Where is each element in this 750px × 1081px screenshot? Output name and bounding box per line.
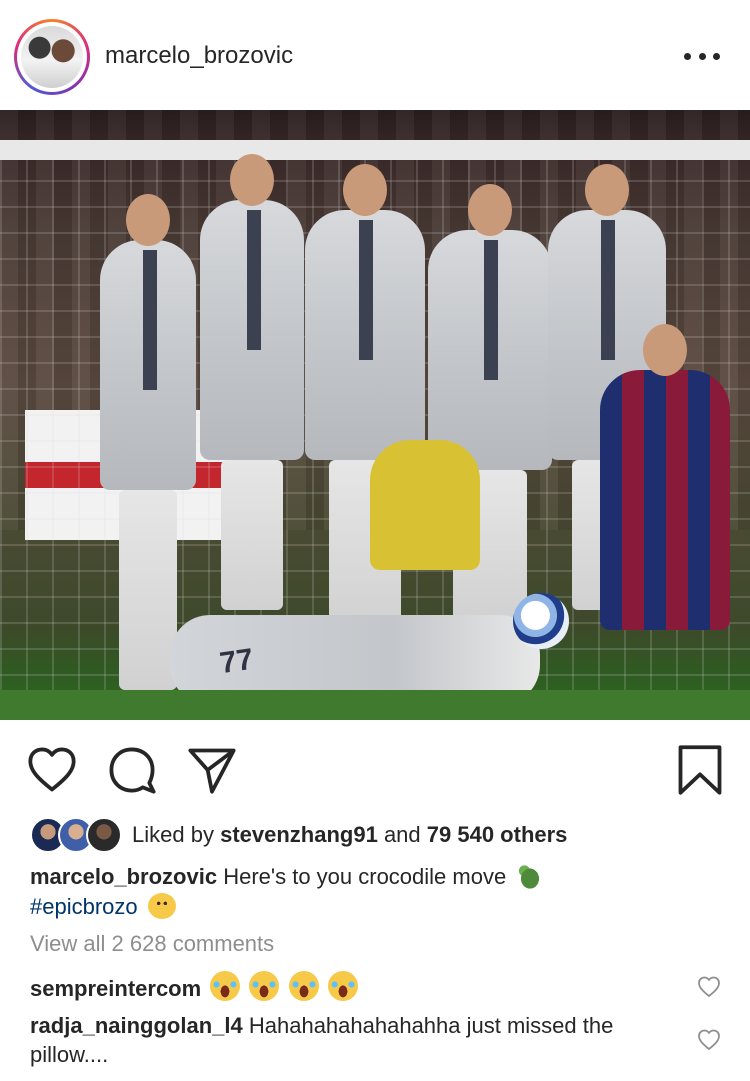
avatar — [86, 817, 122, 853]
caption-hashtag[interactable]: #epicbrozo — [30, 894, 138, 919]
player-head — [126, 194, 170, 246]
dot — [698, 52, 706, 60]
liker-avatars — [30, 817, 126, 853]
post-photo[interactable]: 77 — [0, 110, 750, 720]
comment-like-heart-icon[interactable] — [696, 975, 722, 999]
player-head — [343, 164, 387, 216]
action-bar — [0, 738, 750, 798]
caption-username[interactable]: marcelo_brozovic — [30, 864, 217, 889]
story-avatar[interactable] — [14, 19, 90, 95]
player-head — [643, 324, 687, 376]
wall-player-4 — [428, 184, 552, 620]
likes-count[interactable]: 79 540 others — [427, 822, 568, 847]
paper-plane-icon[interactable] — [186, 744, 238, 796]
jersey-number: 77 — [217, 642, 256, 681]
comment-username[interactable]: sempreintercom — [30, 976, 201, 1001]
likes-row[interactable]: Liked by stevenzhang91 and 79 540 others — [30, 817, 567, 853]
dot — [713, 52, 720, 60]
thinking-face-emoji-icon — [147, 893, 176, 919]
player-legs — [119, 490, 177, 690]
more-options-icon[interactable] — [684, 44, 720, 68]
wall-player-3 — [305, 164, 425, 630]
comment-bubble-icon[interactable] — [106, 744, 158, 796]
likes-text: Liked by stevenzhang91 and 79 540 others — [132, 817, 567, 853]
wall-player-1 — [100, 194, 196, 690]
wall-player-2 — [200, 154, 304, 610]
comment-item: sempreintercom — [30, 971, 670, 1003]
goalkeeper — [370, 440, 480, 570]
comment-username[interactable]: radja_nainggolan_l4 — [30, 1013, 243, 1038]
crossbar — [0, 140, 750, 160]
post-caption: marcelo_brozovic Here's to you crocodile… — [30, 862, 720, 922]
player-head — [585, 164, 629, 216]
pitch-grass — [0, 690, 750, 720]
bookmark-icon[interactable] — [674, 744, 726, 796]
caption-text: Here's to you crocodile move — [223, 864, 507, 889]
tears-of-joy-emoji-icon — [288, 971, 319, 1001]
avatar — [21, 26, 83, 88]
likes-prefix: Liked by — [132, 822, 214, 847]
comment-like-heart-icon[interactable] — [696, 1028, 722, 1052]
player-legs — [220, 460, 284, 610]
heart-icon[interactable] — [26, 744, 78, 796]
football — [513, 593, 569, 649]
barcelona-player — [600, 324, 730, 630]
player-head — [230, 154, 274, 206]
liker-username[interactable]: stevenzhang91 — [220, 822, 378, 847]
tears-of-joy-emoji-icon — [210, 971, 241, 1001]
post-header: marcelo_brozovic — [0, 0, 750, 110]
dot — [684, 52, 691, 60]
crocodile-emoji-icon — [516, 863, 545, 889]
post-username[interactable]: marcelo_brozovic — [105, 42, 293, 70]
comment-item: radja_nainggolan_l4 Hahahahahahahahha ju… — [30, 1011, 670, 1069]
player-head — [468, 184, 512, 236]
likes-and: and — [383, 822, 421, 847]
tears-of-joy-emoji-icon — [249, 971, 280, 1001]
avatar-frame — [17, 22, 87, 92]
tears-of-joy-emoji-icon — [327, 971, 358, 1001]
view-all-comments-link[interactable]: View all 2 628 comments — [30, 931, 274, 957]
